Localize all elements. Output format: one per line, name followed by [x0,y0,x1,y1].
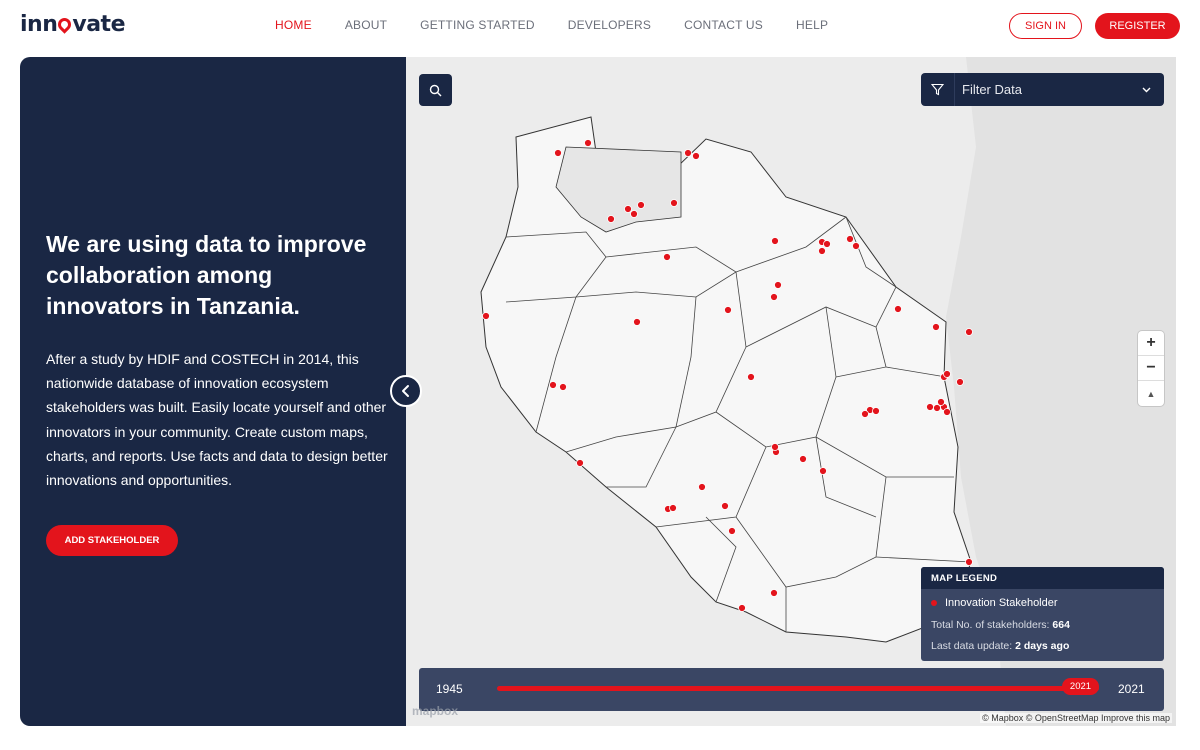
sign-in-button[interactable]: SIGN IN [1009,13,1082,39]
map-search-button[interactable] [419,74,452,106]
filter-label: Filter Data [962,82,1022,97]
nav-home[interactable]: HOME [275,18,312,32]
mapbox-logo[interactable]: mapbox [412,704,458,718]
hero-title: We are using data to improve collaborati… [46,231,367,319]
collapse-panel-button[interactable] [390,375,422,407]
zoom-in-button[interactable]: + [1138,331,1164,356]
chevron-left-icon [402,385,409,397]
compass-reset-button[interactable]: ▲ [1138,381,1164,406]
map-legend: MAP LEGEND Innovation Stakeholder Total … [921,567,1164,661]
nav-developers[interactable]: DEVELOPERS [568,18,651,32]
legend-last-update: Last data update: 2 days ago [931,640,1070,652]
nav-about[interactable]: ABOUT [345,18,387,32]
map-zoom-controls: + − ▲ [1138,331,1164,406]
register-button[interactable]: REGISTER [1095,13,1180,39]
nav-help[interactable]: HELP [796,18,828,32]
legend-title: MAP LEGEND [921,567,1164,589]
last-update-value: 2 days ago [1015,640,1070,652]
hero-description: After a study by HDIF and COSTECH in 201… [46,351,388,489]
zoom-out-button[interactable]: − [1138,356,1164,381]
timeline-handle[interactable]: 2021 [1062,678,1099,695]
legend-item: Innovation Stakeholder [931,597,1058,609]
chevron-down-icon [1142,87,1151,93]
innovate-logo[interactable]: inn vate [20,12,125,37]
timeline-start-year: 1945 [436,682,463,696]
filter-icon [921,73,955,106]
map-attribution[interactable]: © Mapbox © OpenStreetMap Improve this ma… [980,713,1172,723]
legend-total: Total No. of stakeholders: 664 [931,619,1070,631]
hero-panel: We are using data to improve collaborati… [20,57,406,726]
nav-contact-us[interactable]: CONTACT US [684,18,763,32]
total-stakeholders-value: 664 [1052,619,1070,631]
search-icon [429,84,442,96]
compass-icon: ▲ [1146,388,1156,399]
nav-getting-started[interactable]: GETTING STARTED [420,18,535,32]
stakeholder-dot-icon [931,600,937,606]
top-navigation-bar: inn vate HOME ABOUT GETTING STARTED DEVEL… [0,0,1200,52]
filter-data-dropdown[interactable]: Filter Data [921,73,1164,106]
add-stakeholder-button[interactable]: ADD STAKEHOLDER [46,525,178,556]
stakeholder-map[interactable]: Filter Data + − ▲ MAP LEGEND Innovation … [406,57,1176,726]
year-timeline: 1945 2021 2021 [419,668,1164,711]
main-nav: HOME ABOUT GETTING STARTED DEVELOPERS CO… [275,18,861,32]
timeline-end-year: 2021 [1118,682,1145,696]
timeline-track[interactable] [497,686,1099,691]
